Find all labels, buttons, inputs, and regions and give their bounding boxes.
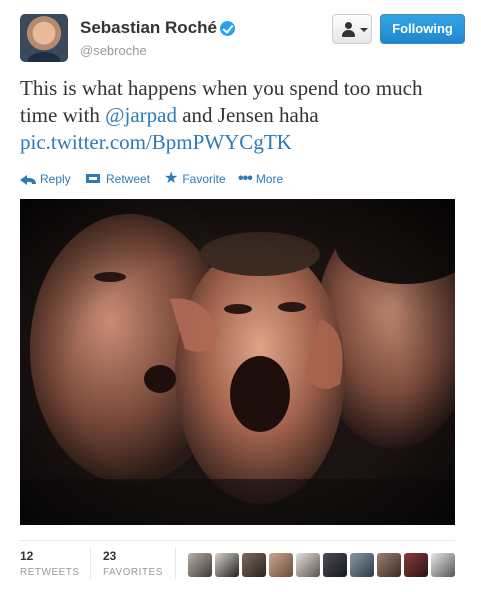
favoriter-avatar[interactable] — [242, 553, 266, 577]
following-button[interactable]: Following — [380, 14, 465, 44]
tweet-text-end: and Jensen haha — [182, 103, 319, 127]
user-actions-dropdown-button[interactable] — [332, 14, 372, 44]
reply-icon — [20, 173, 36, 185]
retweets-count: 12 — [20, 549, 34, 563]
tweet-text: This is what happens when you spend too … — [20, 75, 465, 156]
user-icon — [342, 22, 356, 37]
verified-badge-icon — [220, 20, 235, 36]
tweet-photo[interactable] — [20, 199, 455, 525]
caret-down-icon — [360, 28, 368, 32]
stat-divider — [175, 547, 176, 579]
favoriter-avatar[interactable] — [215, 553, 239, 577]
favoriter-avatar[interactable] — [431, 553, 455, 577]
favorites-label: FAVORITES — [103, 567, 163, 578]
favorite-label: Favorite — [182, 171, 226, 186]
mention-link[interactable]: @jarpad — [105, 103, 177, 127]
more-dots-icon: ••• — [238, 169, 253, 187]
author-avatar[interactable] — [20, 14, 68, 62]
more-label: More — [255, 171, 284, 186]
favoriter-avatar[interactable] — [269, 553, 293, 577]
star-icon: ★ — [164, 169, 179, 187]
retweets-stat[interactable]: 12 RETWEETS — [20, 549, 80, 578]
reply-label: Reply — [40, 171, 71, 186]
retweet-icon — [84, 172, 102, 185]
photo-illustration — [20, 199, 455, 525]
favoriter-avatar[interactable] — [350, 553, 374, 577]
reply-action[interactable]: Reply — [20, 171, 71, 186]
retweets-label: RETWEETS — [20, 567, 80, 578]
retweet-label: Retweet — [106, 171, 151, 186]
favoriter-avatar[interactable] — [296, 553, 320, 577]
retweet-action[interactable]: Retweet — [84, 171, 150, 186]
favoriter-avatar[interactable] — [377, 553, 401, 577]
favoriter-avatar[interactable] — [323, 553, 347, 577]
favorites-count: 23 — [103, 549, 117, 563]
stat-divider — [90, 547, 91, 579]
favorites-stat[interactable]: 23 FAVORITES — [103, 549, 163, 578]
favoriter-avatar[interactable] — [188, 553, 212, 577]
favorite-action[interactable]: ★ Favorite — [164, 169, 226, 187]
more-action[interactable]: ••• More — [238, 169, 284, 187]
author-handle[interactable]: @sebroche — [80, 43, 235, 58]
tweet-header: Sebastian Roché @sebroche Following — [20, 14, 465, 62]
tweet-stats: 12 RETWEETS 23 FAVORITES — [20, 540, 455, 585]
media-link[interactable]: pic.twitter.com/BpmPWYCgTK — [20, 130, 292, 154]
author-names: Sebastian Roché @sebroche — [80, 18, 235, 58]
favoriter-avatar[interactable] — [404, 553, 428, 577]
author-name[interactable]: Sebastian Roché — [80, 18, 217, 38]
